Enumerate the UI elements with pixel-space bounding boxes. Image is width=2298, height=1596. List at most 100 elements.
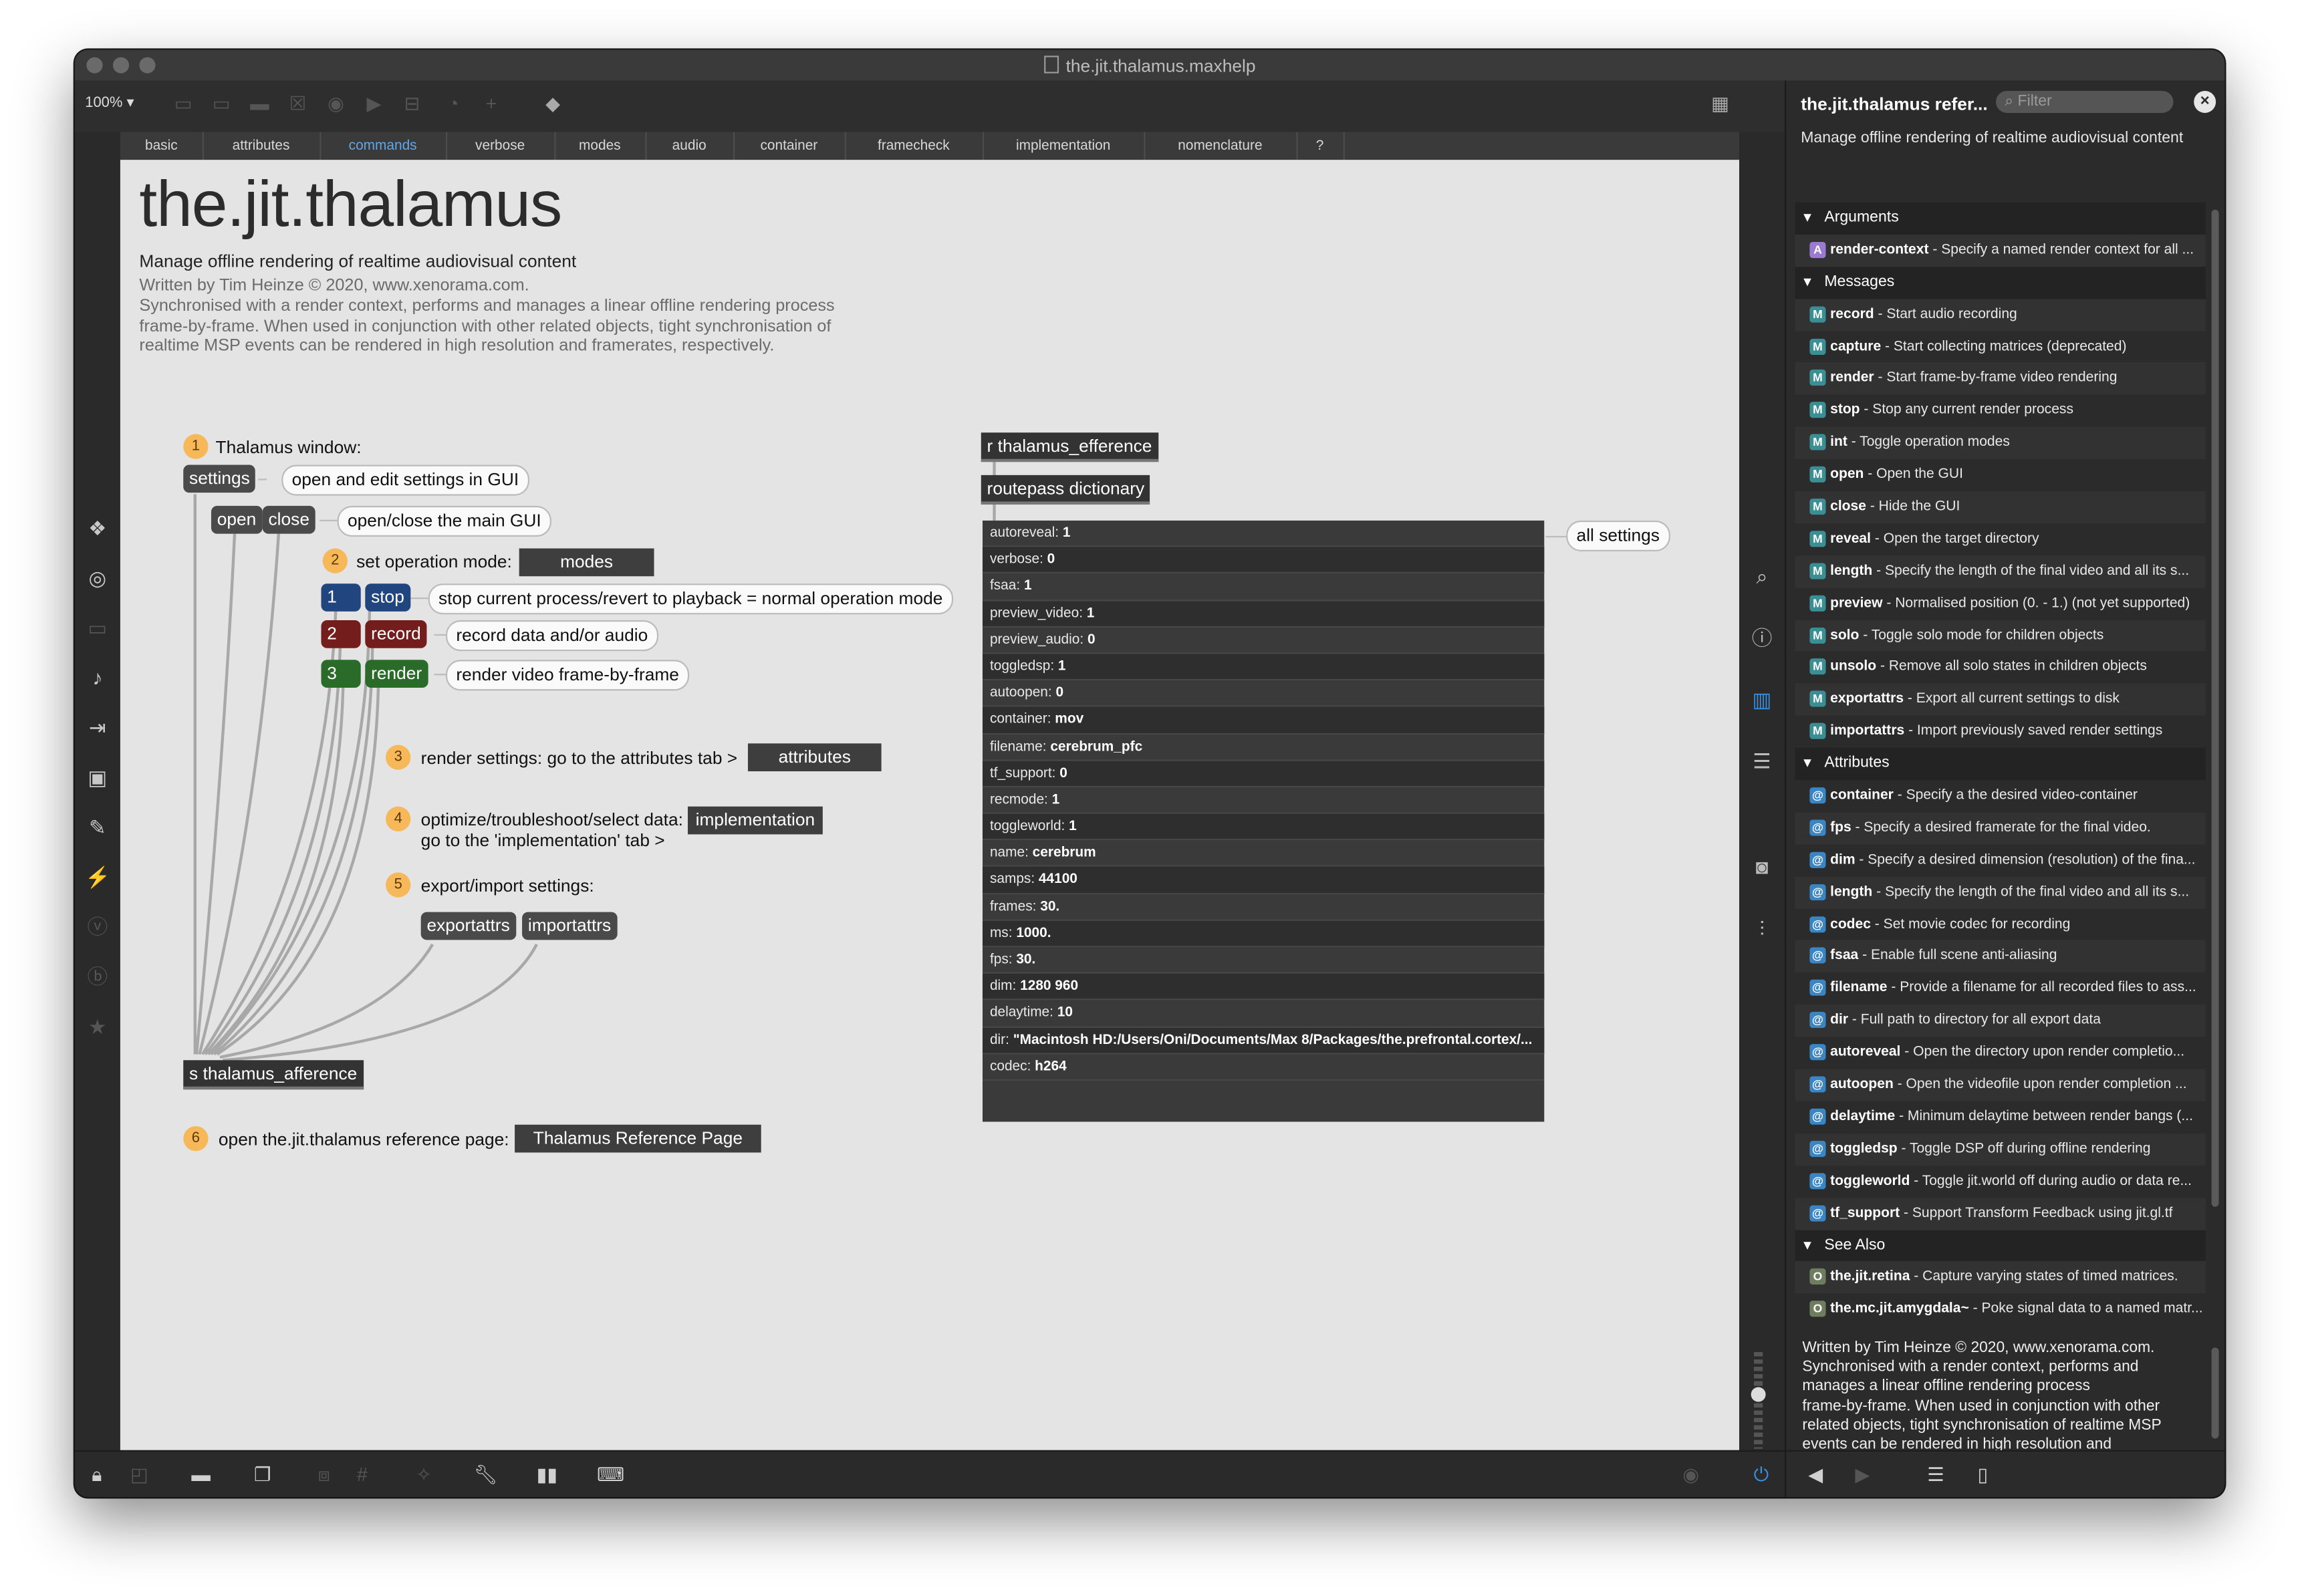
reference-item[interactable]: @ dir - Full path to directory for all ex…: [1795, 1005, 2206, 1037]
reference-item[interactable]: @ toggleworld - Toggle jit.world off duri…: [1795, 1166, 2205, 1198]
wand-icon[interactable]: ✧: [412, 1464, 436, 1487]
reference-item[interactable]: @ delaytime - Minimum delaytime between r…: [1795, 1101, 2205, 1134]
tab-modes[interactable]: modes: [554, 132, 647, 160]
send-object[interactable]: s thalamus_afference: [183, 1060, 364, 1090]
window-icon[interactable]: ▭: [85, 616, 110, 640]
toggle-icon[interactable]: ☒: [286, 92, 309, 116]
lock-icon[interactable]: 🔒︎: [85, 1464, 108, 1487]
open-message[interactable]: open: [211, 505, 263, 534]
dictionary-view[interactable]: autoreveal: 1 verbose: 0 fsaa: 1 preview_vi…: [982, 520, 1545, 1122]
reference-item[interactable]: @ autoreveal - Open the directory upon re…: [1795, 1037, 2205, 1069]
reference-page-button[interactable]: Thalamus Reference Page: [515, 1124, 761, 1153]
reference-item[interactable]: Munsolo - Remove all solo states in chil…: [1795, 652, 2205, 684]
reference-item[interactable]: @ codec - Set movie codec for recording: [1795, 908, 2205, 940]
paperclip-icon[interactable]: ✎: [85, 815, 110, 840]
exportattrs-message[interactable]: exportattrs: [420, 912, 516, 940]
close-icon[interactable]: ×: [2194, 91, 2216, 113]
tab-container[interactable]: container: [733, 132, 846, 160]
reference-item[interactable]: Mint - Toggle operation modes: [1795, 426, 2206, 459]
implementation-tab-button[interactable]: implementation: [687, 806, 823, 835]
bars-icon[interactable]: ▮▮: [535, 1464, 559, 1487]
close-message[interactable]: close: [262, 505, 315, 534]
tab-audio[interactable]: audio: [645, 132, 735, 160]
step-play-icon[interactable]: ⇥: [85, 716, 110, 741]
reference-item[interactable]: @ container - Specify a the desired video…: [1795, 780, 2205, 812]
comment-icon[interactable]: ▬: [189, 1464, 213, 1487]
dial-icon[interactable]: ◔: [441, 92, 465, 116]
reference-item[interactable]: @ tf_support - Support Transform Feedback…: [1795, 1197, 2206, 1230]
reference-item[interactable]: @ dim - Specify a desired dimension (reso…: [1795, 844, 2205, 876]
tab-verbose[interactable]: verbose: [446, 132, 556, 160]
reference-item[interactable]: Mlength - Specify the length of the fina…: [1795, 555, 2206, 588]
menu-icon[interactable]: ☰: [1924, 1464, 1948, 1487]
columns-icon[interactable]: ▥: [1749, 688, 1774, 712]
reference-item[interactable]: @ toggledsp - Toggle DSP off during offli…: [1795, 1133, 2206, 1166]
reference-item[interactable]: Mrecord - Start audio recording: [1795, 298, 2206, 331]
tab-commands[interactable]: commands: [320, 132, 448, 160]
reference-item[interactable]: Mreveal - Open the target directory: [1795, 523, 2205, 555]
grid-icon[interactable]: ⧈: [312, 1464, 336, 1487]
modes-tab-button[interactable]: modes: [519, 548, 654, 577]
target-icon[interactable]: ◎: [85, 566, 110, 591]
reference-item[interactable]: Mstop - Stop any current render process: [1795, 395, 2205, 427]
mode-2-message[interactable]: 2: [321, 620, 361, 648]
list-icon[interactable]: ☰: [1749, 749, 1774, 774]
reference-item[interactable]: Othe.jit.retina - Capture varying states…: [1795, 1261, 2206, 1294]
presentation-icon[interactable]: ◰: [128, 1464, 151, 1487]
section-header[interactable]: See Also: [1795, 1229, 2206, 1262]
reference-item[interactable]: Mclose - Hide the GUI: [1795, 491, 2206, 524]
reference-item[interactable]: Msolo - Toggle solo mode for children ob…: [1795, 620, 2206, 652]
tab-framecheck[interactable]: framecheck: [845, 132, 985, 160]
reference-scrollbar[interactable]: [2211, 209, 2219, 1207]
cube-icon[interactable]: ❖: [85, 516, 110, 541]
object-box-icon[interactable]: ▭: [172, 92, 195, 116]
paint-bucket-icon[interactable]: ◆: [541, 92, 565, 116]
reference-item[interactable]: @ fps - Specify a desired framerate for t…: [1795, 812, 2206, 845]
windows-icon[interactable]: ❐: [251, 1464, 274, 1487]
reference-item[interactable]: @ autoopen - Open the videofile upon rend…: [1795, 1069, 2206, 1101]
reference-item[interactable]: @ length - Specify the length of the fina…: [1795, 876, 2206, 909]
comment-box-icon[interactable]: ▬: [248, 92, 271, 116]
routepass-object[interactable]: routepass dictionary: [981, 475, 1150, 505]
reference-item[interactable]: Mrender - Start frame-by-frame video ren…: [1795, 362, 2206, 395]
grid-icon[interactable]: ▦: [1708, 92, 1732, 116]
attributes-tab-button[interactable]: attributes: [747, 743, 882, 772]
section-header[interactable]: Arguments: [1795, 202, 2206, 235]
keyboard-icon[interactable]: ⌨: [597, 1464, 624, 1487]
search-icon[interactable]: ⌕: [1749, 565, 1774, 589]
bang-icon[interactable]: ◉: [324, 92, 348, 116]
tab-basic[interactable]: basic: [120, 132, 204, 160]
reference-item[interactable]: Mcapture - Start collecting matrices (de…: [1795, 331, 2205, 363]
reference-item[interactable]: Mexportattrs - Export all current settin…: [1795, 684, 2206, 716]
section-header[interactable]: Attributes: [1795, 748, 2206, 781]
reference-item[interactable]: Mimportattrs - Import previously saved r…: [1795, 716, 2205, 748]
reference-item[interactable]: @ fsaa - Enable full scene anti-aliasing: [1795, 940, 2206, 973]
wrench-icon[interactable]: 🔧︎: [474, 1464, 498, 1487]
patcher-canvas[interactable]: the.jit.thalamus Manage offline renderin…: [120, 160, 1740, 1450]
tab-nomenclature[interactable]: nomenclature: [1144, 132, 1298, 160]
camera-icon[interactable]: ◙: [1749, 855, 1774, 880]
star-icon[interactable]: ★: [85, 1015, 110, 1039]
play-circle-icon[interactable]: ◉: [1679, 1464, 1702, 1487]
reference-item[interactable]: Othe.mc.jit.amygdala~ - Poke signal data…: [1795, 1294, 2205, 1326]
message-box-icon[interactable]: ▭: [210, 92, 233, 116]
plus-icon[interactable]: +: [479, 92, 503, 116]
settings-message[interactable]: settings: [183, 464, 256, 493]
reference-item[interactable]: Mopen - Open the GUI: [1795, 459, 2205, 491]
forward-icon[interactable]: ▶: [1851, 1464, 1874, 1487]
mode-1-message[interactable]: 1: [321, 583, 361, 612]
back-icon[interactable]: ◀: [1804, 1464, 1827, 1487]
reference-item[interactable]: Arender-context - Specify a named render…: [1795, 234, 2206, 267]
footer-scrollbar[interactable]: [2211, 1347, 2219, 1439]
play-icon[interactable]: ▶: [362, 92, 386, 116]
tab-attributes[interactable]: attributes: [203, 132, 322, 160]
reference-item[interactable]: @ filename - Provide a filename for all r…: [1795, 972, 2205, 1005]
music-note-icon[interactable]: ♪: [85, 666, 110, 690]
info-icon[interactable]: ⓘ: [1749, 626, 1774, 651]
record-message[interactable]: record: [365, 620, 427, 648]
receive-object[interactable]: r thalamus_efference: [981, 432, 1158, 462]
filter-input[interactable]: ⌕ Filter: [1996, 91, 2174, 113]
tab-implementation[interactable]: implementation: [983, 132, 1146, 160]
page-icon[interactable]: ▯: [1971, 1464, 1995, 1487]
sliders-icon[interactable]: ⫶: [1749, 916, 1774, 941]
